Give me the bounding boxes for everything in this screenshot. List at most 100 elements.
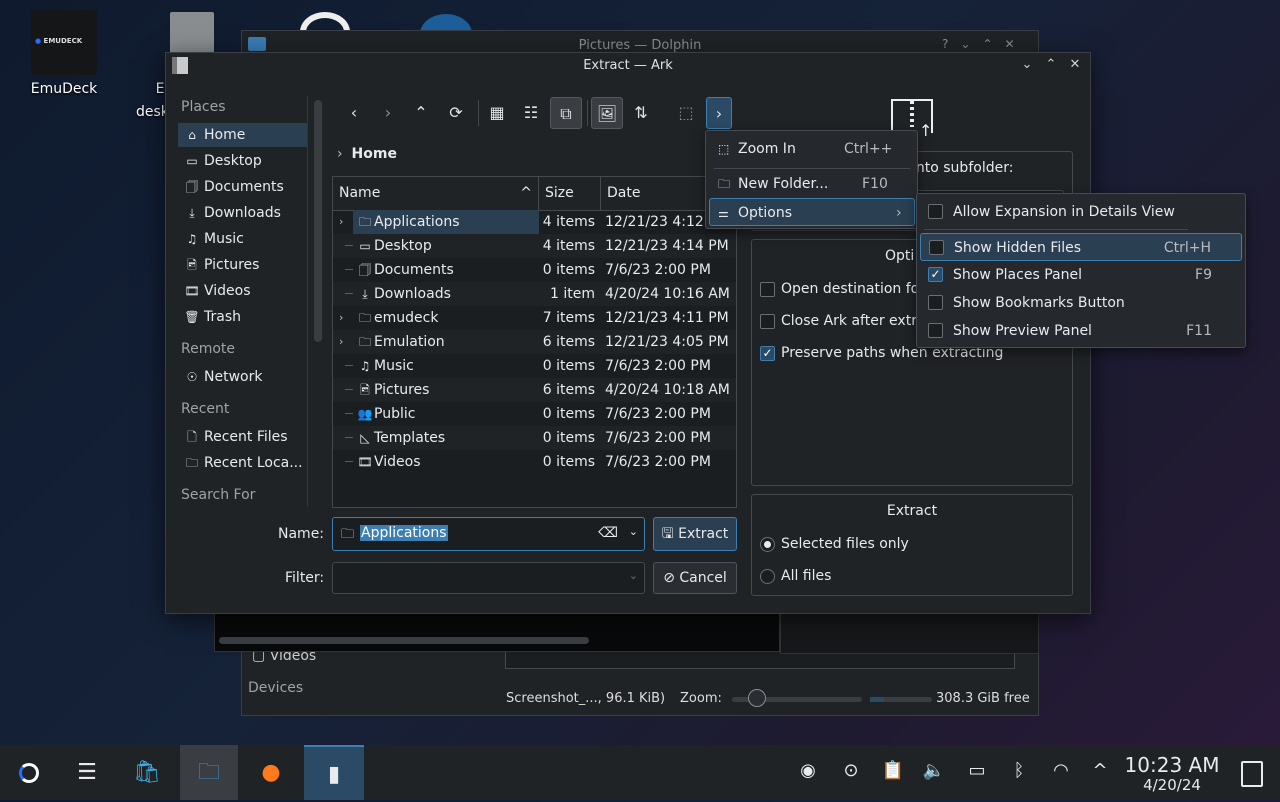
extract-button[interactable]: 🖫 Extract bbox=[653, 517, 737, 551]
minimize-button[interactable]: ⌄ bbox=[960, 37, 982, 51]
expand-chevron-icon[interactable]: › bbox=[339, 210, 343, 234]
system-settings-icon[interactable]: ☰ bbox=[58, 745, 116, 800]
more-options-button[interactable]: › bbox=[706, 97, 732, 129]
chevron-down-icon[interactable]: ⌄ bbox=[629, 569, 638, 582]
zoom-slider[interactable] bbox=[732, 689, 862, 707]
battery-icon[interactable]: ▭ bbox=[963, 760, 991, 781]
expand-chevron-icon[interactable]: › bbox=[339, 306, 343, 330]
submenu-item[interactable]: Show Hidden Files Ctrl+H bbox=[920, 233, 1242, 261]
place-home[interactable]: ⌂ Home bbox=[178, 123, 307, 147]
submenu-item[interactable]: Show Preview Panel F11 bbox=[920, 317, 1242, 345]
column-size[interactable]: Size bbox=[539, 177, 601, 210]
checkbox[interactable] bbox=[760, 313, 775, 329]
checkbox[interactable]: ✓ bbox=[760, 345, 775, 361]
maximize-button[interactable]: ⌃ bbox=[1042, 57, 1060, 72]
checkbox[interactable] bbox=[928, 204, 943, 219]
icon-view-button[interactable]: ▦ bbox=[481, 97, 513, 129]
table-row[interactable]: 🗍 Documents 0 items 7/6/23 2:00 PM bbox=[333, 258, 736, 282]
place-trash[interactable]: 🗑 Trash bbox=[178, 305, 307, 329]
checkbox[interactable] bbox=[929, 240, 944, 255]
back-button[interactable]: ‹ bbox=[338, 97, 370, 129]
bluetooth-icon[interactable]: ᛒ bbox=[1005, 760, 1033, 781]
radio-button[interactable] bbox=[760, 536, 775, 552]
table-row[interactable]: 👥 Public 0 items 7/6/23 2:00 PM bbox=[333, 402, 736, 426]
update-icon[interactable]: ⊙ bbox=[837, 760, 865, 781]
close-button[interactable]: ✕ bbox=[1066, 57, 1084, 72]
radio-all-files[interactable]: All files bbox=[760, 568, 831, 584]
ark-taskbar-icon[interactable]: ▮ bbox=[304, 745, 364, 800]
radio-selected-files[interactable]: Selected files only bbox=[760, 536, 909, 552]
submenu-item[interactable]: Show Bookmarks Button bbox=[920, 289, 1242, 317]
place-documents[interactable]: 🗍 Documents bbox=[178, 175, 307, 199]
dolphin-taskbar-icon[interactable]: 🗀 bbox=[180, 745, 238, 800]
zoom-slider-handle[interactable] bbox=[748, 689, 766, 707]
places-scrollbar[interactable] bbox=[314, 100, 322, 342]
place-videos[interactable]: 🎞 Videos bbox=[178, 279, 307, 303]
clipboard-icon[interactable]: 📋 bbox=[879, 760, 907, 781]
overflow-menu[interactable]: ⬚ Zoom In Ctrl++ 🗀 New Folder... F10 ⚌ Option… bbox=[705, 130, 918, 229]
place-music[interactable]: ♫ Music bbox=[178, 227, 307, 251]
place-recent-locations[interactable]: 🗀 Recent Loca... bbox=[178, 451, 307, 475]
option-checkbox-row[interactable]: Open destination fo bbox=[760, 281, 919, 297]
forward-button[interactable]: › bbox=[372, 97, 404, 129]
volume-icon[interactable]: 🔈 bbox=[920, 760, 948, 781]
chevron-down-icon[interactable]: ⌄ bbox=[629, 525, 638, 538]
discover-icon[interactable]: 🛍 bbox=[118, 745, 176, 800]
breadcrumb-home[interactable]: Home bbox=[352, 146, 397, 162]
emudeck-desktop-icon[interactable]: ● EMUDECK bbox=[31, 10, 97, 75]
file-list[interactable]: Name ^ Size Date › 🗀 Applications 4 items 12/… bbox=[332, 176, 737, 508]
filter-input[interactable]: ⌄ bbox=[332, 562, 645, 594]
column-name[interactable]: Name ^ bbox=[333, 177, 539, 210]
place-desktop[interactable]: ▭ Desktop bbox=[178, 149, 307, 173]
menu-item-options[interactable]: ⚌ Options › bbox=[709, 198, 915, 226]
name-input[interactable]: 🗀 Applications ⌫ ⌄ bbox=[332, 517, 645, 551]
checkbox[interactable] bbox=[928, 323, 943, 338]
sort-button[interactable]: ⇅ bbox=[625, 97, 657, 129]
dolphin-window-controls[interactable]: ?⌄⌃✕ bbox=[942, 37, 1027, 51]
place-pictures[interactable]: 🖻 Pictures bbox=[178, 253, 307, 277]
tree-view-button[interactable]: ⧉ bbox=[550, 97, 582, 129]
zoom-out-button[interactable]: ⬚ bbox=[670, 97, 702, 129]
checkbox[interactable] bbox=[760, 281, 775, 297]
horizontal-scrollbar[interactable] bbox=[219, 637, 589, 644]
firefox-icon[interactable]: ● bbox=[242, 745, 300, 800]
wifi-icon[interactable]: ◠ bbox=[1047, 760, 1075, 781]
tray-expand-icon[interactable]: ^ bbox=[1086, 760, 1114, 781]
options-submenu[interactable]: Allow Expansion in Details View Show Hidd… bbox=[916, 193, 1246, 348]
place-network[interactable]: ☉ Network bbox=[178, 365, 307, 389]
checkbox[interactable] bbox=[928, 295, 943, 310]
place-recent-files[interactable]: 🗋 Recent Files bbox=[178, 425, 307, 449]
clear-icon[interactable]: ⌫ bbox=[598, 525, 618, 541]
table-row[interactable]: ⤓ Downloads 1 item 4/20/24 10:16 AM bbox=[333, 282, 736, 306]
close-button[interactable]: ✕ bbox=[1005, 37, 1027, 51]
submenu-item[interactable]: Allow Expansion in Details View bbox=[920, 198, 1242, 226]
table-row[interactable]: › 🗀 Applications 4 items 12/21/23 4:12 bbox=[333, 210, 736, 234]
table-row[interactable]: › 🗀 Emulation 6 items 12/21/23 4:05 PM bbox=[333, 330, 736, 354]
reload-button[interactable]: ⟳ bbox=[440, 97, 472, 129]
up-button[interactable]: ⌃ bbox=[405, 97, 437, 129]
table-row[interactable]: › 🗀 emudeck 7 items 12/21/23 4:11 PM bbox=[333, 306, 736, 330]
expand-chevron-icon[interactable]: › bbox=[339, 330, 343, 354]
help-button[interactable]: ? bbox=[942, 37, 960, 51]
option-checkbox-row[interactable]: Close Ark after extr bbox=[760, 313, 917, 329]
menu-item-new-folder[interactable]: 🗀 New Folder... F10 bbox=[710, 170, 913, 198]
menu-item-zoom-in[interactable]: ⬚ Zoom In Ctrl++ bbox=[710, 135, 913, 163]
table-row[interactable]: 🖻 Pictures 6 items 4/20/24 10:18 AM bbox=[333, 378, 736, 402]
maximize-button[interactable]: ⌃ bbox=[982, 37, 1004, 51]
clock-date[interactable]: 4/20/24 bbox=[1120, 776, 1224, 794]
table-row[interactable]: ▭ Desktop 4 items 12/21/23 4:14 PM bbox=[333, 234, 736, 258]
steamos-menu-icon[interactable] bbox=[0, 745, 58, 800]
table-row[interactable]: ◺ Templates 0 items 7/6/23 2:00 PM bbox=[333, 426, 736, 450]
table-row[interactable]: ♫ Music 0 items 7/6/23 2:00 PM bbox=[333, 354, 736, 378]
clock-time[interactable]: 10:23 AM bbox=[1120, 753, 1224, 777]
radio-button[interactable] bbox=[760, 568, 775, 584]
place-downloads[interactable]: ⤓ Downloads bbox=[178, 201, 307, 225]
preview-button[interactable]: 🖼 bbox=[591, 97, 623, 129]
cancel-button[interactable]: ⊘ Cancel bbox=[653, 562, 737, 594]
submenu-item[interactable]: ✓ Show Places Panel F9 bbox=[920, 261, 1242, 289]
breadcrumb[interactable]: › Home bbox=[337, 146, 397, 162]
steam-tray-icon[interactable]: ◉ bbox=[794, 760, 822, 781]
table-row[interactable]: 🎞Videos 0 items 7/6/23 2:00 PM bbox=[333, 450, 736, 474]
show-desktop-icon[interactable] bbox=[1241, 761, 1263, 787]
minimize-button[interactable]: ⌄ bbox=[1018, 57, 1036, 72]
